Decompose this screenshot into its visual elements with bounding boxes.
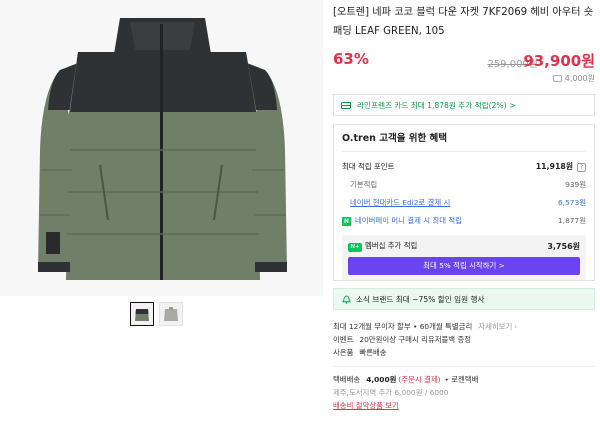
points-reward-value: 4,000원 (564, 74, 595, 83)
purchase-info: 최대 12개월 무이자 할부 • 60개월 특별금리 자세히보기 › 이벤트 2… (333, 320, 595, 412)
delivery-note: (주문시 결제) (398, 375, 441, 384)
product-info-panel: [오트렌] 네파 코코 블럭 다운 자켓 7KF2069 헤비 아우터 숏 패딩… (333, 0, 595, 281)
installment-row: 최대 12개월 무이자 할부 • 60개월 특별금리 자세히보기 › (333, 320, 595, 333)
delivery-price: 4,000원 (366, 375, 397, 384)
coin-icon (552, 75, 562, 82)
help-icon[interactable]: ? (577, 163, 586, 172)
event-text: 20만원이상 구매시 리유저블백 증정 (359, 335, 472, 344)
news-text: 소식 브랜드 최대 ~75% 할인 임원 행사 (356, 294, 485, 304)
membership-start-button[interactable]: 최대 5% 적립 시작하기 > (348, 257, 580, 275)
benefit-row-label-link[interactable]: 네이버 현대카드 Edi2로 결제 시 (350, 197, 450, 208)
delivery-carrier: • 로젠택배 (444, 375, 479, 384)
news-banner[interactable]: 소식 브랜드 최대 ~75% 할인 임원 행사 (333, 288, 595, 310)
membership-value: 3,756원 (547, 241, 580, 251)
benefit-row-npay: N 네이버페이 머니 결제 시 최대 적립 1,877원 (342, 215, 586, 226)
points-reward: 4,000원 (333, 73, 595, 84)
naver-pay-icon: N (342, 217, 351, 226)
price-row: 63% 259,000원 93,900원 (333, 49, 595, 73)
membership-box: N+ 멤버십 추가 적립 3,756원 최대 5% 적립 시작하기 > (342, 235, 586, 280)
max-points-label: 최대 적립 포인트 (342, 162, 395, 171)
benefit-box: O.tren 고객을 위한 혜택 최대 적립 포인트 11,918원? 기본적립… (333, 124, 595, 281)
card-promo-banner[interactable]: 라인프렌즈 카드 최대 1,878원 추가 적립(2%) > (333, 94, 595, 116)
card-promo-text: 라인프렌즈 카드 최대 1,878원 추가 적립(2%) (357, 100, 507, 110)
product-main-image[interactable] (0, 0, 323, 296)
thumbnail-grey[interactable] (159, 302, 183, 326)
benefit-row-label-link[interactable]: 네이버페이 머니 결제 시 최대 적립 (355, 216, 462, 225)
thumbnail-black-green[interactable] (130, 302, 154, 326)
gift-label: 사은품 (333, 348, 354, 357)
benefit-row-value: 1,877원 (558, 216, 586, 225)
divider (333, 366, 595, 367)
bell-icon (342, 294, 351, 304)
installment-link[interactable]: 자세히보기 (478, 321, 512, 332)
benefit-row-card: 네이버 현대카드 Edi2로 결제 시 6,573원 (342, 197, 586, 208)
final-price: 93,900원 (523, 52, 595, 70)
max-points-value: 11,918원 (535, 162, 573, 171)
thumbnail-strip (130, 302, 183, 326)
gift-text: 빠른배송 (359, 348, 387, 357)
event-row: 이벤트 20만원이상 구매시 리유저블백 증정 (333, 333, 595, 346)
credit-card-icon (341, 101, 351, 109)
naver-plus-icon: N+ (348, 243, 362, 252)
bundle-link[interactable]: 배송비 절약상품 보기 (333, 400, 399, 411)
benefit-row-basic: 기본적립 939원 (342, 179, 586, 190)
delivery-row: 택배배송 4,000원 (주문시 결제) • 로젠택배 (333, 373, 595, 386)
thumbnail-jacket-icon (164, 307, 178, 321)
event-label: 이벤트 (333, 335, 354, 344)
delivery-label: 택배배송 (333, 375, 361, 384)
gift-row: 사은품 빠른배송 (333, 346, 595, 359)
benefit-title: O.tren 고객을 위한 혜택 (342, 125, 586, 152)
membership-label: 멤버십 추가 적립 (365, 241, 418, 250)
bundle-row: 배송비 절약상품 보기 (333, 399, 595, 412)
discount-rate: 63% (333, 50, 369, 68)
chevron-right-icon: › (514, 322, 518, 331)
chevron-right-icon: > (509, 100, 516, 110)
island-fee-text: 제주,도서지역 추가 6,000원 / 6000 (333, 388, 449, 397)
benefit-row-value: 6,573원 (558, 198, 586, 207)
membership-row: N+ 멤버십 추가 적립 3,756원 (348, 240, 580, 252)
max-points-row: 최대 적립 포인트 11,918원? (342, 161, 586, 172)
benefit-row-label: 기본적립 (350, 180, 378, 189)
island-fee-row: 제주,도서지역 추가 6,000원 / 6000 (333, 386, 595, 399)
product-title: [오트렌] 네파 코코 블럭 다운 자켓 7KF2069 헤비 아우터 숏 패딩… (333, 7, 594, 37)
benefit-row-value: 939원 (565, 180, 586, 189)
installment-text: 최대 12개월 무이자 할부 • 60개월 특별금리 (333, 322, 473, 331)
jacket-illustration (0, 0, 323, 296)
thumbnail-jacket-icon (135, 309, 149, 321)
